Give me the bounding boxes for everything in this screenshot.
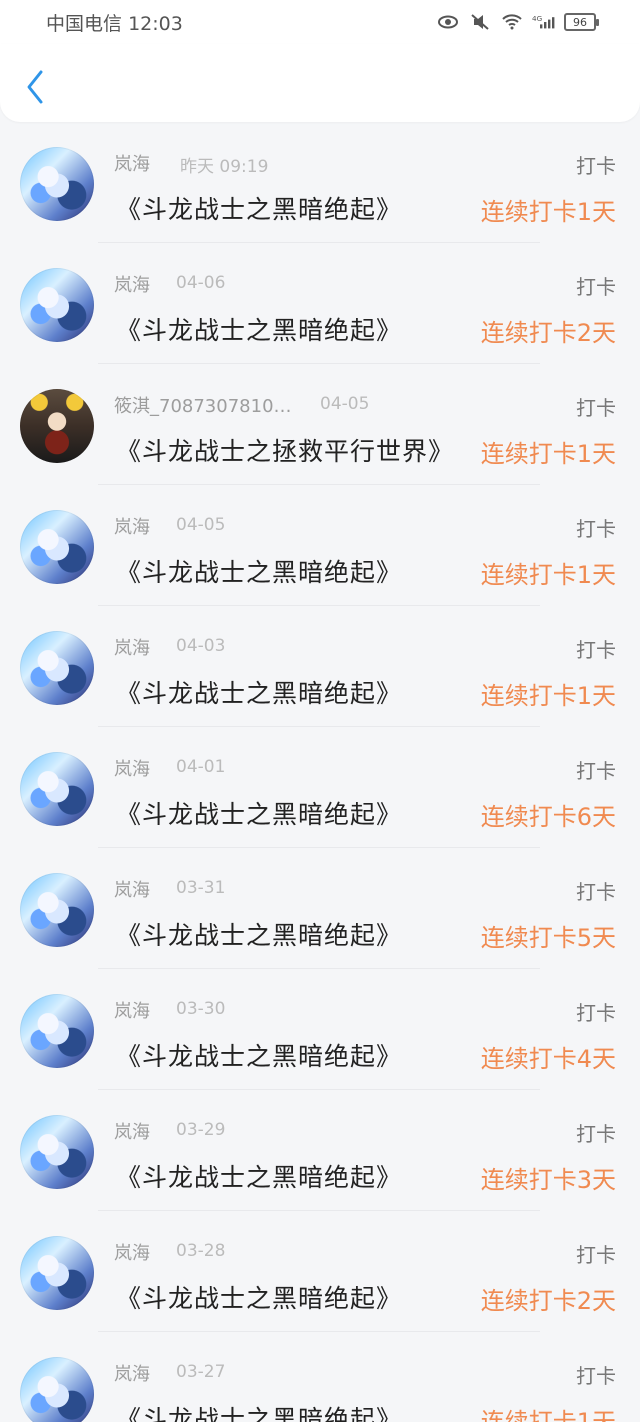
post-time: 03-29 bbox=[176, 1120, 226, 1140]
list-item[interactable]: 岚海 03-29 打卡 《斗龙战士之黑暗绝起》 连续打卡3天 bbox=[0, 1090, 640, 1211]
book-title: 《斗龙战士之黑暗绝起》 bbox=[116, 558, 403, 587]
status-time: 12:03 bbox=[128, 12, 183, 35]
list-item[interactable]: 岚海 04-03 打卡 《斗龙战士之黑暗绝起》 连续打卡1天 bbox=[0, 606, 640, 727]
eye-icon bbox=[436, 12, 460, 32]
carrier-time: 中国电信 12:03 bbox=[46, 9, 183, 36]
streak-label: 连续打卡3天 bbox=[480, 1166, 616, 1194]
checkin-tag: 打卡 bbox=[576, 1001, 616, 1025]
streak-label: 连续打卡4天 bbox=[480, 1045, 616, 1073]
checkin-tag: 打卡 bbox=[576, 517, 616, 541]
avatar[interactable] bbox=[20, 1357, 94, 1422]
streak-label: 连续打卡1天 bbox=[480, 198, 616, 226]
book-title: 《斗龙战士之拯救平行世界》 bbox=[116, 437, 455, 466]
avatar[interactable] bbox=[20, 752, 94, 826]
list-item[interactable]: 岚海 03-31 打卡 《斗龙战士之黑暗绝起》 连续打卡5天 bbox=[0, 848, 640, 969]
book-title: 《斗龙战士之黑暗绝起》 bbox=[116, 800, 403, 829]
streak-label: 连续打卡1天 bbox=[480, 682, 616, 710]
post-time: 04-03 bbox=[176, 636, 226, 656]
user-name: 岚海 bbox=[114, 880, 150, 901]
status-icons: 4G 96 bbox=[436, 12, 599, 32]
list-item[interactable]: 筱淇_7087307810… 04-05 打卡 《斗龙战士之拯救平行世界》 连续… bbox=[0, 364, 640, 485]
avatar[interactable] bbox=[20, 1236, 94, 1310]
list-item[interactable]: 岚海 04-05 打卡 《斗龙战士之黑暗绝起》 连续打卡1天 bbox=[0, 485, 640, 606]
user-name: 岚海 bbox=[114, 154, 150, 175]
list-item[interactable]: 岚海 03-30 打卡 《斗龙战士之黑暗绝起》 连续打卡4天 bbox=[0, 969, 640, 1090]
post-time: 03-27 bbox=[176, 1362, 226, 1382]
post-time: 03-31 bbox=[176, 878, 226, 898]
streak-label: 连续打卡1天 bbox=[480, 561, 616, 589]
user-name: 岚海 bbox=[114, 1243, 150, 1264]
post-time: 04-05 bbox=[320, 394, 370, 414]
streak-label: 连续打卡5天 bbox=[480, 924, 616, 952]
user-name: 岚海 bbox=[114, 517, 150, 538]
post-time: 03-28 bbox=[176, 1241, 226, 1261]
checkin-tag: 打卡 bbox=[576, 275, 616, 299]
post-time: 昨天 09:19 bbox=[180, 157, 269, 177]
post-time: 03-30 bbox=[176, 999, 226, 1019]
checkin-tag: 打卡 bbox=[576, 880, 616, 904]
signal-icon: 4G bbox=[532, 12, 556, 32]
streak-label: 连续打卡6天 bbox=[480, 803, 616, 831]
checkin-tag: 打卡 bbox=[576, 638, 616, 662]
wifi-icon bbox=[500, 12, 524, 32]
user-name: 筱淇_7087307810… bbox=[114, 396, 292, 417]
checkin-tag: 打卡 bbox=[576, 396, 616, 420]
checkin-list: 岚海 昨天 09:19 打卡 《斗龙战士之黑暗绝起》 连续打卡1天 岚海 04-… bbox=[0, 122, 640, 1422]
user-name: 岚海 bbox=[114, 1364, 150, 1385]
avatar[interactable] bbox=[20, 994, 94, 1068]
list-item[interactable]: 岚海 03-27 打卡 《斗龙战士之黑暗绝起》 连续打卡1天 bbox=[0, 1332, 640, 1422]
user-name: 岚海 bbox=[114, 638, 150, 659]
streak-label: 连续打卡1天 bbox=[480, 440, 616, 468]
user-name: 岚海 bbox=[114, 759, 150, 780]
post-time: 04-06 bbox=[176, 273, 226, 293]
carrier-label: 中国电信 bbox=[46, 12, 123, 35]
user-name: 岚海 bbox=[114, 275, 150, 296]
streak-label: 连续打卡2天 bbox=[480, 1287, 616, 1315]
avatar[interactable] bbox=[20, 268, 94, 342]
battery-icon: 96 bbox=[564, 13, 599, 31]
list-item[interactable]: 岚海 昨天 09:19 打卡 《斗龙战士之黑暗绝起》 连续打卡1天 bbox=[0, 122, 640, 243]
list-item[interactable]: 岚海 04-06 打卡 《斗龙战士之黑暗绝起》 连续打卡2天 bbox=[0, 243, 640, 364]
avatar[interactable] bbox=[20, 510, 94, 584]
list-item[interactable]: 岚海 03-28 打卡 《斗龙战士之黑暗绝起》 连续打卡2天 bbox=[0, 1211, 640, 1332]
avatar[interactable] bbox=[20, 1115, 94, 1189]
post-time: 04-05 bbox=[176, 515, 226, 535]
checkin-tag: 打卡 bbox=[576, 1364, 616, 1388]
streak-label: 连续打卡2天 bbox=[480, 319, 616, 347]
status-bar: 中国电信 12:03 4G 96 bbox=[0, 0, 640, 44]
book-title: 《斗龙战士之黑暗绝起》 bbox=[116, 195, 403, 224]
book-title: 《斗龙战士之黑暗绝起》 bbox=[116, 1163, 403, 1192]
avatar[interactable] bbox=[20, 873, 94, 947]
mute-icon bbox=[468, 12, 492, 32]
book-title: 《斗龙战士之黑暗绝起》 bbox=[116, 921, 403, 950]
book-title: 《斗龙战士之黑暗绝起》 bbox=[116, 1405, 403, 1422]
book-title: 《斗龙战士之黑暗绝起》 bbox=[116, 1042, 403, 1071]
user-name: 岚海 bbox=[114, 1001, 150, 1022]
battery-level: 96 bbox=[573, 15, 587, 29]
list-item[interactable]: 岚海 04-01 打卡 《斗龙战士之黑暗绝起》 连续打卡6天 bbox=[0, 727, 640, 848]
checkin-tag: 打卡 bbox=[576, 759, 616, 783]
avatar[interactable] bbox=[20, 147, 94, 221]
back-button[interactable] bbox=[20, 68, 50, 106]
avatar[interactable] bbox=[20, 389, 94, 463]
checkin-tag: 打卡 bbox=[576, 1243, 616, 1267]
book-title: 《斗龙战士之黑暗绝起》 bbox=[116, 1284, 403, 1313]
network-type: 4G bbox=[532, 14, 542, 23]
book-title: 《斗龙战士之黑暗绝起》 bbox=[116, 679, 403, 708]
user-name: 岚海 bbox=[114, 1122, 150, 1143]
checkin-tag: 打卡 bbox=[576, 154, 616, 178]
top-header bbox=[0, 44, 640, 122]
streak-label: 连续打卡1天 bbox=[480, 1408, 616, 1422]
post-time: 04-01 bbox=[176, 757, 226, 777]
chevron-left-icon bbox=[27, 70, 43, 104]
avatar[interactable] bbox=[20, 631, 94, 705]
checkin-tag: 打卡 bbox=[576, 1122, 616, 1146]
book-title: 《斗龙战士之黑暗绝起》 bbox=[116, 316, 403, 345]
